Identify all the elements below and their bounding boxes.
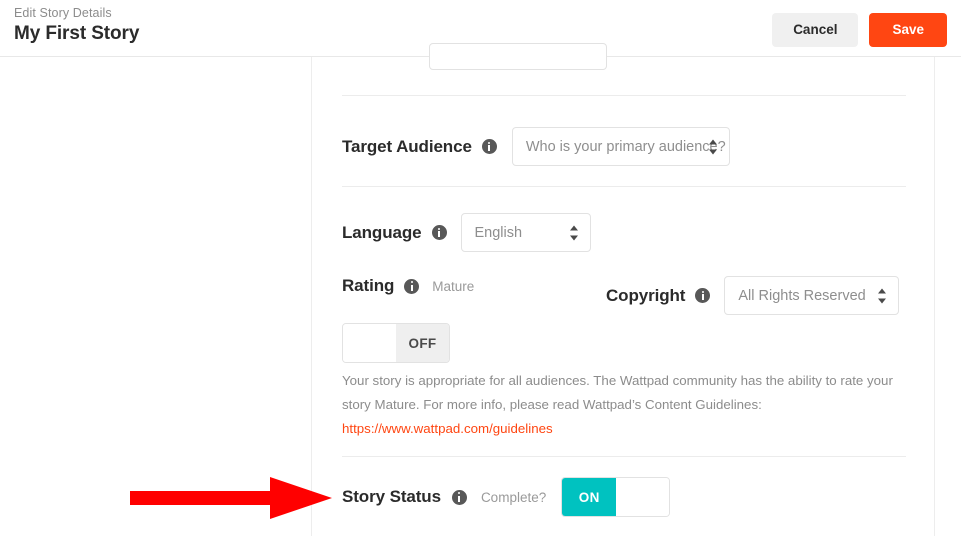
rating-helper-text: Your story is appropriate for all audien… <box>342 369 906 441</box>
breadcrumb-eyebrow: Edit Story Details <box>14 5 139 21</box>
copyright-value: All Rights Reserved <box>725 288 865 304</box>
content-guidelines-link[interactable]: https://www.wattpad.com/guidelines <box>342 421 553 436</box>
copyright-select[interactable]: All Rights Reserved <box>724 276 899 315</box>
language-row: Language English <box>342 213 591 252</box>
language-value: English <box>462 225 523 241</box>
target-audience-row: Target Audience Who is your primary audi… <box>342 127 730 166</box>
language-select[interactable]: English <box>461 213 591 252</box>
clipped-input-above[interactable] <box>429 43 607 70</box>
stepper-arrows-icon[interactable] <box>878 287 887 304</box>
annotation-arrow-icon <box>130 477 332 519</box>
divider <box>342 186 906 187</box>
rating-sub-label: Mature <box>432 279 474 294</box>
story-details-page: Edit Story Details My First Story Cancel… <box>0 0 961 536</box>
story-status-toggle[interactable]: ON <box>561 477 670 517</box>
copyright-label: Copyright <box>606 286 685 306</box>
stepper-arrows-icon[interactable] <box>709 138 718 155</box>
target-audience-label: Target Audience <box>342 137 472 157</box>
divider <box>342 95 906 96</box>
story-status-toggle-state[interactable]: ON <box>562 478 616 516</box>
divider <box>342 456 906 457</box>
info-icon[interactable] <box>452 490 467 505</box>
copyright-row: Copyright All Rights Reserved <box>606 276 899 315</box>
save-button[interactable]: Save <box>869 13 947 47</box>
language-label: Language <box>342 223 422 243</box>
story-status-toggle-blank-half[interactable] <box>616 478 669 516</box>
target-audience-select[interactable]: Who is your primary audience? <box>512 127 730 166</box>
header-titles: Edit Story Details My First Story <box>14 5 139 46</box>
cancel-button[interactable]: Cancel <box>772 13 858 47</box>
info-icon[interactable] <box>482 139 497 154</box>
info-icon[interactable] <box>695 288 710 303</box>
target-audience-value: Who is your primary audience? <box>513 139 726 155</box>
story-status-label: Story Status <box>342 487 441 507</box>
story-status-sub-label: Complete? <box>481 490 546 505</box>
page-title: My First Story <box>14 22 139 46</box>
info-icon[interactable] <box>432 225 447 240</box>
rating-toggle-blank-half[interactable] <box>343 324 396 362</box>
header-actions: Cancel Save <box>772 13 947 47</box>
rating-row: Rating Mature <box>342 276 474 296</box>
stepper-arrows-icon[interactable] <box>570 224 579 241</box>
rating-label: Rating <box>342 276 394 296</box>
story-status-row: Story Status Complete? ON <box>342 477 670 517</box>
rating-helper-line1: Your story is appropriate for all audien… <box>342 369 906 393</box>
rating-toggle-state[interactable]: OFF <box>396 324 449 362</box>
info-icon[interactable] <box>404 279 419 294</box>
rating-toggle[interactable]: OFF <box>342 323 450 363</box>
rating-helper-line2: story Mature. For more info, please read… <box>342 393 906 417</box>
form-card: Target Audience Who is your primary audi… <box>311 57 935 536</box>
